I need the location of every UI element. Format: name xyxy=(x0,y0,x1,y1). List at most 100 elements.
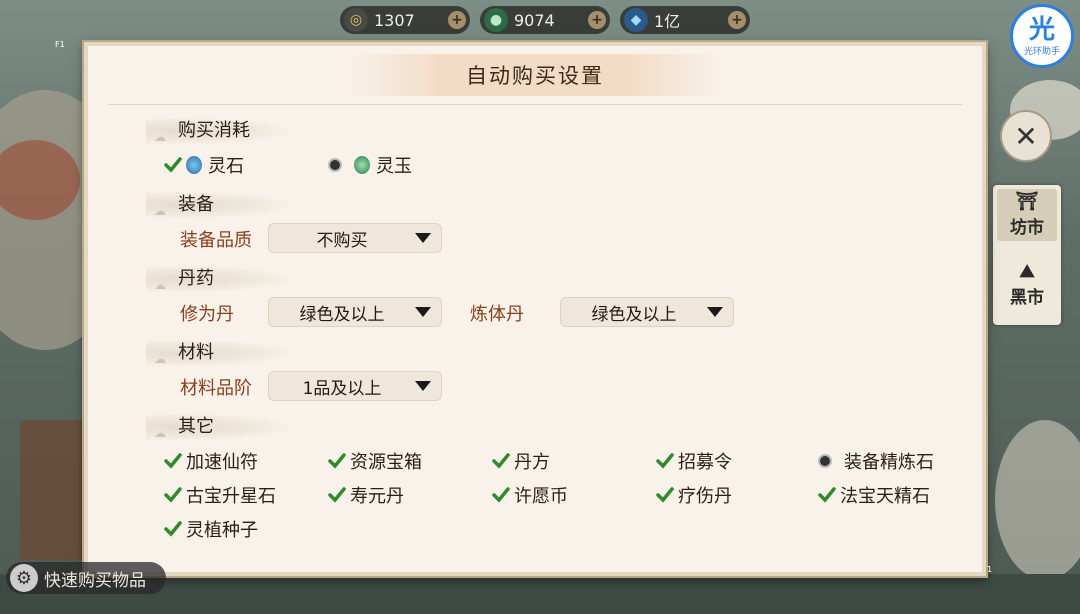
cloud-ornament-icon: ☁ xyxy=(154,204,166,218)
checkmark-icon xyxy=(328,452,346,470)
quick-buy-label: 快速购买物品 xyxy=(44,570,146,591)
option-label: 资源宝箱 xyxy=(350,452,422,473)
other-option-item[interactable]: 资源宝箱 xyxy=(328,448,422,474)
option-label: 加速仙符 xyxy=(186,452,258,473)
currency-value: 1亿 xyxy=(654,12,681,31)
currency-gem: ◆ 1亿 + xyxy=(620,6,750,34)
corner-mark: 1 xyxy=(987,565,993,574)
equipment-quality-label: 装备品质 xyxy=(180,230,252,251)
auto-buy-settings-panel: 自动购买设置 ☁ 购买消耗 灵石 灵玉 ☁ 装备 装备品质 不购买 ☁ 丹药 修… xyxy=(84,42,986,576)
tab-market[interactable]: ⛩ 坊市 xyxy=(997,189,1057,241)
checkmark-icon xyxy=(164,452,182,470)
cultivation-pill-dropdown[interactable]: 绿色及以上 xyxy=(268,297,442,327)
body-refining-pill-label: 炼体丹 xyxy=(470,304,524,325)
option-label: 寿元丹 xyxy=(350,486,404,507)
spirit-jade-icon xyxy=(354,156,370,174)
black-market-icon: ⛰ xyxy=(1019,260,1035,282)
gear-icon: ⚙ xyxy=(10,564,38,592)
option-label: 疗伤丹 xyxy=(678,486,732,507)
section-title-text: 装备 xyxy=(178,194,214,215)
add-currency-button[interactable]: + xyxy=(728,11,746,29)
checkmark-icon xyxy=(492,486,510,504)
header-divider xyxy=(108,104,962,105)
option-label: 丹方 xyxy=(514,452,550,473)
panel-title: 自动购买设置 xyxy=(346,54,724,96)
body-refining-pill-dropdown[interactable]: 绿色及以上 xyxy=(560,297,734,327)
cloud-ornament-icon: ☁ xyxy=(154,278,166,292)
unchecked-radio-icon xyxy=(818,454,832,468)
helper-badge-label: 光环助手 xyxy=(1023,46,1060,57)
cloud-ornament-icon: ☁ xyxy=(154,352,166,366)
spirit-stone-coin-icon: ◎ xyxy=(344,8,368,32)
section-title-equipment: ☁ 装备 xyxy=(146,192,288,218)
close-button[interactable]: ✕ xyxy=(1000,110,1052,162)
dropdown-value: 不购买 xyxy=(316,230,368,251)
panel-header: 自动购买设置 xyxy=(88,46,982,104)
tab-black-market[interactable]: ⛰ 黑市 xyxy=(997,259,1057,311)
section-title-consume: ☁ 购买消耗 xyxy=(146,118,288,144)
option-label: 招募令 xyxy=(678,452,732,473)
equipment-quality-dropdown[interactable]: 不购买 xyxy=(268,223,442,253)
dropdown-arrow-icon xyxy=(415,381,431,391)
checkmark-icon xyxy=(328,486,346,504)
close-icon: ✕ xyxy=(1014,119,1038,153)
helper-app-badge[interactable]: 光 光环助手 xyxy=(1010,4,1074,68)
background-scenery-right xyxy=(995,420,1080,580)
cultivation-pill-label: 修为丹 xyxy=(180,304,234,325)
section-title-others: ☁ 其它 xyxy=(146,414,288,440)
dropdown-arrow-icon xyxy=(415,233,431,243)
helper-badge-char: 光 xyxy=(1028,14,1055,45)
add-currency-button[interactable]: + xyxy=(448,11,466,29)
option-spirit-jade[interactable]: 灵玉 xyxy=(328,152,412,178)
option-label: 灵石 xyxy=(208,156,244,177)
material-grade-dropdown[interactable]: 1品及以上 xyxy=(268,371,442,401)
spirit-stone-icon xyxy=(186,156,202,174)
checkmark-icon xyxy=(164,486,182,504)
checkmark-icon xyxy=(818,486,836,504)
other-option-item[interactable]: 招募令 xyxy=(656,448,732,474)
quick-buy-button[interactable]: ⚙ 快速购买物品 xyxy=(6,562,166,594)
option-label: 灵玉 xyxy=(376,156,412,177)
option-spirit-stone[interactable]: 灵石 xyxy=(164,152,244,178)
section-title-pills: ☁ 丹药 xyxy=(146,266,288,292)
other-option-item[interactable]: 寿元丹 xyxy=(328,482,404,508)
other-option-item[interactable]: 疗伤丹 xyxy=(656,482,732,508)
checkmark-icon xyxy=(656,486,674,504)
tab-label: 黑市 xyxy=(1010,287,1044,308)
other-option-item[interactable]: 灵植种子 xyxy=(164,516,258,542)
currency-bar: ◎ 1307 + ● 9074 + ◆ 1亿 + xyxy=(340,6,750,34)
material-grade-label: 材料品阶 xyxy=(180,378,252,399)
option-label: 许愿币 xyxy=(514,486,568,507)
other-option-item[interactable]: 丹方 xyxy=(492,448,550,474)
checkmark-icon xyxy=(164,156,182,174)
add-currency-button[interactable]: + xyxy=(588,11,606,29)
other-option-item[interactable]: 加速仙符 xyxy=(164,448,258,474)
other-option-item[interactable]: 装备精炼石 xyxy=(818,448,934,474)
dropdown-value: 1品及以上 xyxy=(302,378,382,399)
currency-spirit-stone: ◎ 1307 + xyxy=(340,6,470,34)
tab-label: 坊市 xyxy=(1010,217,1044,238)
hotkey-label: F1 xyxy=(55,40,65,49)
currency-spirit-jade: ● 9074 + xyxy=(480,6,610,34)
checkmark-icon xyxy=(492,452,510,470)
cloud-ornament-icon: ☁ xyxy=(154,130,166,144)
other-option-item[interactable]: 古宝升星石 xyxy=(164,482,276,508)
section-title-text: 材料 xyxy=(178,342,214,363)
dropdown-value: 绿色及以上 xyxy=(591,304,677,325)
option-label: 古宝升星石 xyxy=(186,486,276,507)
other-option-item[interactable]: 法宝天精石 xyxy=(818,482,930,508)
section-title-text: 丹药 xyxy=(178,268,214,289)
dropdown-value: 绿色及以上 xyxy=(299,304,385,325)
dropdown-arrow-icon xyxy=(707,307,723,317)
checkmark-icon xyxy=(656,452,674,470)
option-label: 装备精炼石 xyxy=(844,452,934,473)
currency-value: 9074 xyxy=(514,10,555,30)
other-option-item[interactable]: 许愿币 xyxy=(492,482,568,508)
market-stall-icon: ⛩ xyxy=(1015,190,1039,212)
section-title-materials: ☁ 材料 xyxy=(146,340,288,366)
section-title-text: 其它 xyxy=(178,416,214,437)
option-label: 法宝天精石 xyxy=(840,486,930,507)
option-label: 灵植种子 xyxy=(186,520,258,541)
cloud-ornament-icon: ☁ xyxy=(154,426,166,440)
spirit-jade-coin-icon: ● xyxy=(484,8,508,32)
